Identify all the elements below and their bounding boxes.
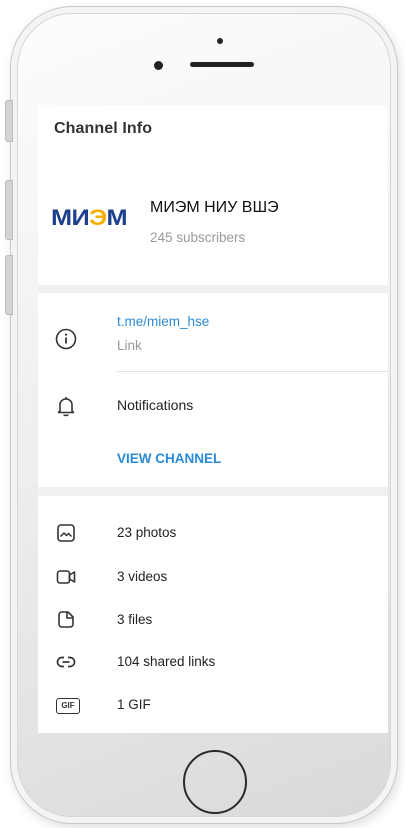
- side-button-mute: [5, 100, 13, 142]
- shared-media-card: 23 photos 3 videos 3 files 104 shared li…: [38, 496, 388, 733]
- channel-info-card: t.me/miem_hse Link Notifications VIEW CH…: [38, 293, 388, 487]
- front-camera: [154, 61, 163, 70]
- notifications-toggle[interactable]: Notifications: [117, 397, 193, 413]
- earpiece-speaker: [190, 62, 254, 67]
- side-button-volume-down: [5, 255, 13, 315]
- media-item-shared-links[interactable]: 104 shared links: [117, 654, 215, 669]
- subscriber-count: 245 subscribers: [150, 230, 246, 245]
- app-stage: Channel Info МИЭМ МИЭМ НИУ ВШЭ 245 subsc…: [0, 0, 405, 828]
- channel-header-card: Channel Info МИЭМ МИЭМ НИУ ВШЭ 245 subsc…: [38, 105, 388, 285]
- gif-icon: GIF: [56, 698, 80, 714]
- channel-logo: МИЭМ: [51, 205, 128, 230]
- file-icon: [54, 608, 78, 632]
- media-item-gif[interactable]: 1 GIF: [117, 697, 151, 712]
- video-icon: [54, 565, 78, 589]
- home-button[interactable]: [183, 750, 247, 814]
- channel-link[interactable]: t.me/miem_hse: [117, 314, 209, 329]
- side-button-volume-up: [5, 180, 13, 240]
- screen: Channel Info МИЭМ МИЭМ НИУ ВШЭ 245 subsc…: [38, 105, 388, 733]
- link-icon: [54, 650, 78, 674]
- divider: [117, 371, 388, 372]
- info-icon: [54, 327, 78, 351]
- channel-name: МИЭМ НИУ ВШЭ: [150, 199, 279, 216]
- sensor: [217, 38, 223, 44]
- media-item-videos[interactable]: 3 videos: [117, 569, 167, 584]
- view-channel-button[interactable]: VIEW CHANNEL: [117, 451, 221, 466]
- media-item-files[interactable]: 3 files: [117, 612, 152, 627]
- media-item-photos[interactable]: 23 photos: [117, 525, 176, 540]
- link-label: Link: [117, 338, 142, 353]
- page-title: Channel Info: [54, 120, 153, 137]
- bell-icon: [54, 394, 78, 418]
- photo-icon: [54, 521, 78, 545]
